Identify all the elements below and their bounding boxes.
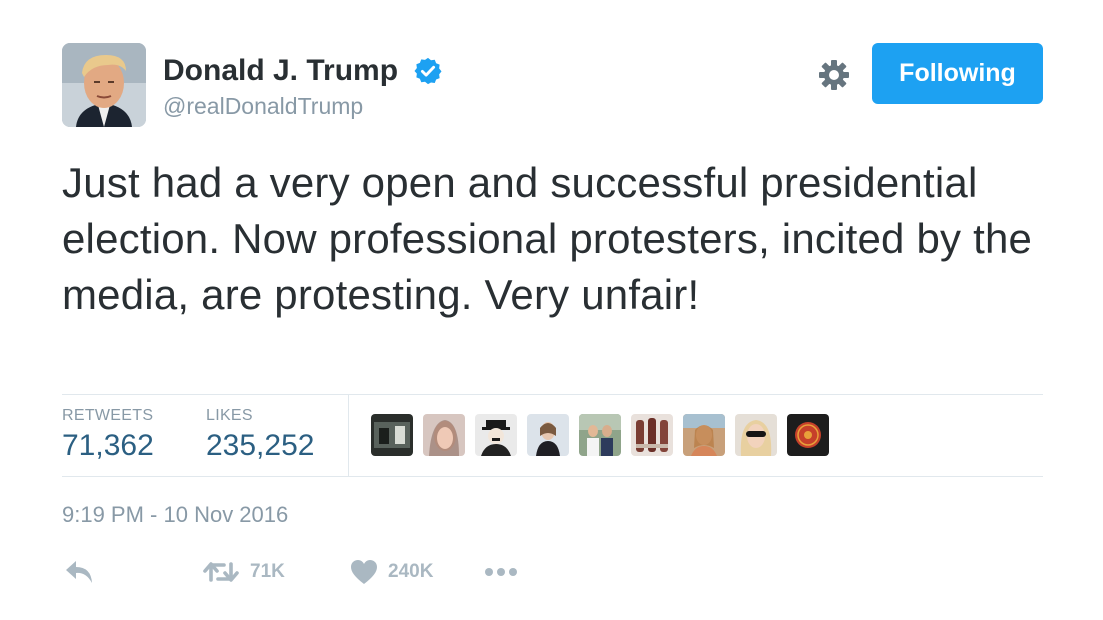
liker-avatar[interactable]	[371, 414, 413, 456]
retweet-count: 71K	[250, 561, 285, 582]
like-button[interactable]: 240K	[350, 559, 433, 585]
liker-avatar[interactable]	[527, 414, 569, 456]
divider	[62, 394, 1043, 395]
divider	[62, 476, 1043, 477]
divider-vertical	[348, 395, 349, 476]
liker-avatar[interactable]	[683, 414, 725, 456]
more-dots-icon	[485, 568, 517, 576]
liker-avatars	[371, 414, 829, 456]
avatar-image	[62, 43, 146, 127]
liker-avatar[interactable]	[423, 414, 465, 456]
following-button[interactable]: Following	[872, 43, 1043, 104]
likes-label[interactable]: LIKES	[206, 407, 253, 425]
reply-button[interactable]	[64, 559, 94, 585]
liker-avatar[interactable]	[735, 414, 777, 456]
verified-badge-icon	[413, 56, 443, 86]
retweets-count[interactable]: 71,362	[62, 429, 154, 463]
retweet-icon	[203, 562, 239, 582]
tweet-timestamp[interactable]: 9:19 PM - 10 Nov 2016	[62, 502, 288, 528]
retweet-button[interactable]: 71K	[202, 559, 285, 585]
more-options-button[interactable]	[484, 559, 520, 585]
likes-count[interactable]: 235,252	[206, 429, 314, 463]
liker-avatar[interactable]	[475, 414, 517, 456]
like-count: 240K	[388, 561, 434, 582]
heart-icon	[351, 560, 377, 584]
liker-avatar[interactable]	[787, 414, 829, 456]
profile-avatar[interactable]	[62, 43, 146, 127]
gear-icon[interactable]	[816, 57, 852, 93]
reply-icon	[66, 561, 92, 583]
liker-avatar[interactable]	[579, 414, 621, 456]
user-handle[interactable]: @realDonaldTrump	[163, 92, 363, 120]
display-name[interactable]: Donald J. Trump	[163, 53, 398, 89]
tweet-text: Just had a very open and successful pres…	[62, 159, 1033, 318]
liker-avatar[interactable]	[631, 414, 673, 456]
retweets-label[interactable]: RETWEETS	[62, 407, 153, 425]
